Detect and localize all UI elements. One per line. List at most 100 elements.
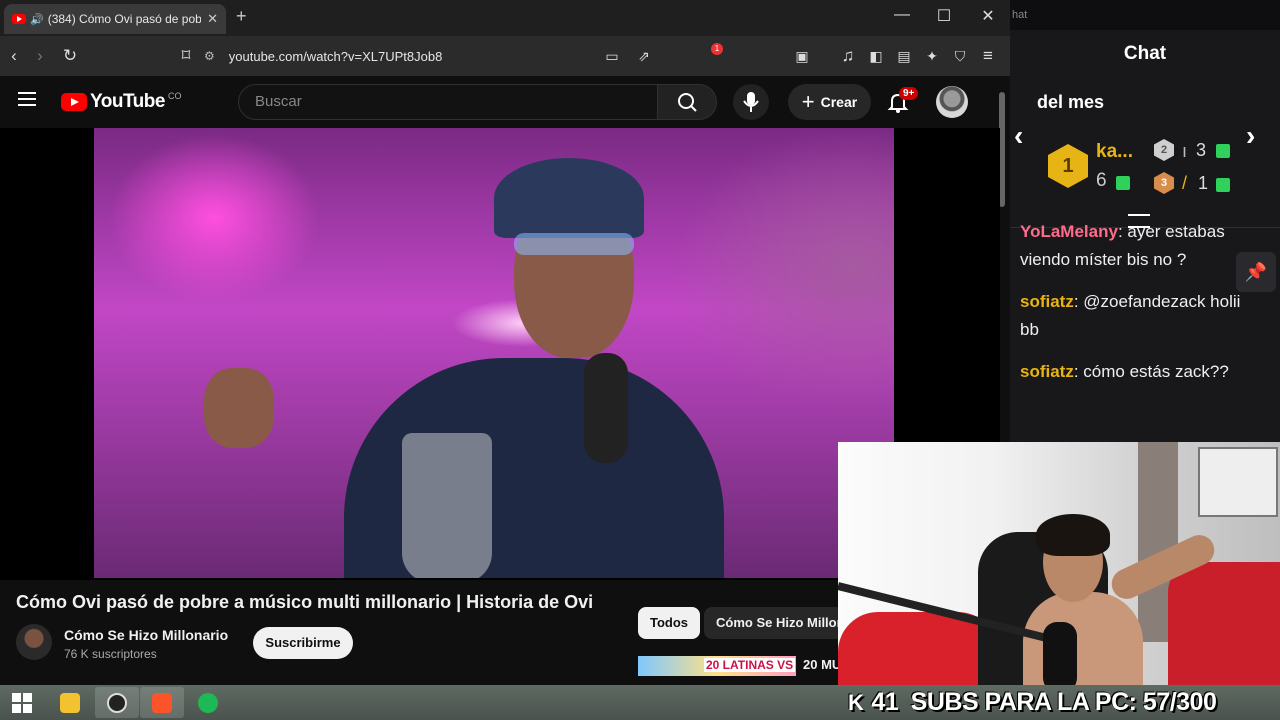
tab-youtube[interactable]: 🔊 (384) Cómo Ovi pasó de pobre ✕ [4, 4, 226, 34]
youtube-header: YouTube CO Buscar + Crear 9+ [0, 76, 1010, 128]
webcam-gaming-chair [1168, 562, 1280, 690]
tab-strip: 🔊 (384) Cómo Ovi pasó de pobre ✕ + — ☐ ✕ [0, 0, 1010, 36]
leader-third-name: / [1182, 173, 1188, 193]
obs-icon [107, 693, 127, 713]
chip-todos[interactable]: Todos [638, 607, 701, 639]
bronze-medal-icon: 3 [1154, 172, 1174, 194]
silver-medal-icon: 2 [1154, 139, 1174, 161]
webcam-whiteboard [1198, 447, 1278, 517]
browser-toolbar: ‹ › ↻ ⌑ ⚙ youtube.com/watch?v=XL7UPt8Job… [0, 36, 1010, 101]
webcam-microphone [1043, 622, 1077, 690]
site-info-icon[interactable]: ⚙ [204, 49, 215, 63]
leader-third-count: 1 [1198, 173, 1209, 193]
leaderboard-next-icon[interactable]: › [1246, 120, 1255, 152]
chat-text: : cómo estás zack?? [1073, 362, 1229, 381]
voice-search-button[interactable] [733, 84, 769, 120]
create-button[interactable]: + Crear [788, 84, 871, 120]
video-person-hand [204, 368, 274, 448]
gift-icon [1116, 176, 1130, 190]
chat-username[interactable]: sofiatz [1020, 292, 1074, 311]
bookmark-icon[interactable]: ⌑ [174, 44, 198, 68]
subscribe-button[interactable]: Suscribirme [253, 627, 353, 659]
video-person-cap [494, 158, 644, 238]
leader-second-name: ı [1182, 141, 1188, 161]
rewards-badge: 1 [711, 43, 723, 55]
notifications-badge: 9+ [899, 87, 919, 100]
chat-username[interactable]: sofiatz [1020, 362, 1074, 381]
address-text: youtube.com/watch?v=XL7UPt8Job8 [228, 48, 443, 64]
media-icon[interactable]: ♫ [836, 44, 860, 68]
youtube-logo[interactable]: YouTube CO [61, 91, 181, 113]
menu-icon[interactable]: ≡ [976, 44, 1000, 68]
video-person-glasses [514, 233, 634, 255]
sidebar-icon[interactable]: ◧ [864, 44, 888, 68]
address-bar[interactable]: ⚙ youtube.com/watch?v=XL7UPt8Job8 [204, 42, 664, 70]
maximize-icon[interactable]: ☐ [932, 6, 956, 26]
guide-menu-icon[interactable] [18, 92, 36, 106]
chip-channel[interactable]: Cómo Se Hizo Millona [704, 607, 844, 639]
next-video-title[interactable]: 20 MU [803, 657, 841, 672]
folder-icon [60, 693, 80, 713]
search-icon [678, 93, 697, 112]
leader-first-count: 6 [1096, 170, 1107, 191]
desktop: 🔊 (384) Cómo Ovi pasó de pobre ✕ + — ☐ ✕… [0, 0, 1280, 720]
spotify-icon [198, 693, 218, 713]
leaderboard: del mes ‹ › 1 ka... 6 2 ı 3 3 / 1 [1010, 78, 1280, 228]
kick-icon: K [848, 690, 864, 715]
youtube-logo-text: YouTube [90, 91, 165, 112]
plus-icon: + [801, 89, 815, 114]
create-label: Crear [820, 94, 858, 110]
leader-second-count: 3 [1196, 140, 1207, 160]
leaderboard-title: del mes [1037, 92, 1105, 112]
youtube-favicon-icon [12, 14, 26, 24]
tab-title: (384) Cómo Ovi pasó de pobre [47, 12, 202, 26]
gift-icon [1216, 178, 1230, 192]
leaderboard-prev-icon[interactable]: ‹ [1014, 120, 1023, 152]
video-title: Cómo Ovi pasó de pobre a músico multi mi… [16, 592, 594, 612]
leo-icon[interactable]: ✦ [920, 44, 944, 68]
next-video-thumbnail[interactable]: 20 LATINAS VS [638, 656, 796, 676]
wallet-icon[interactable]: ▤ [892, 44, 916, 68]
chat-username[interactable]: YoLaMelany [1020, 222, 1118, 241]
webcam-overlay [838, 442, 1280, 690]
chat-message: sofiatz: cómo estás zack?? [1020, 358, 1260, 386]
webcam-person-body [1023, 592, 1143, 690]
kick-count: 41 [871, 688, 899, 716]
video-person-body [344, 358, 724, 578]
reload-icon[interactable]: ↻ [58, 44, 82, 68]
vpn-icon[interactable]: ⛉ [948, 44, 972, 68]
brave-icon [152, 693, 172, 713]
leader-first-name: ka... [1096, 141, 1133, 162]
search-button[interactable] [657, 84, 717, 120]
share-icon[interactable]: ⇗ [632, 44, 656, 68]
tab-search-icon[interactable]: ▣ [790, 44, 814, 68]
close-window-icon[interactable]: ✕ [976, 6, 1000, 26]
brave-button[interactable] [140, 687, 184, 718]
chat-window-caption: hat [1010, 0, 1280, 30]
video-microphone [584, 353, 628, 463]
forward-icon[interactable]: › [28, 44, 52, 68]
banner-text: SUBS PARA LA PC: 57/300 [910, 688, 1217, 716]
webcam-person-hair [1036, 514, 1110, 556]
cast-icon[interactable]: ▭ [600, 44, 624, 68]
channel-avatar[interactable] [16, 624, 52, 660]
spotify-button[interactable] [186, 687, 230, 718]
chat-message: sofiatz: @zoefandezack holii bb [1020, 288, 1260, 344]
thumbnail-text: 20 LATINAS VS [704, 658, 796, 672]
chat-header: Chat [1123, 43, 1167, 64]
close-tab-icon[interactable]: ✕ [207, 11, 218, 27]
youtube-play-icon [61, 93, 87, 111]
windows-start-icon[interactable] [12, 693, 32, 713]
pin-icon[interactable]: 📌 [1236, 252, 1276, 292]
back-icon[interactable]: ‹ [2, 44, 26, 68]
chat-message: YoLaMelany: ayer estabas viendo míster b… [1020, 218, 1260, 274]
new-tab-icon[interactable]: + [236, 6, 247, 27]
speaker-icon[interactable]: 🔊 [30, 13, 44, 26]
obs-button[interactable] [95, 687, 139, 718]
channel-name[interactable]: Cómo Se Hizo Millonario [64, 627, 228, 643]
search-input[interactable]: Buscar [238, 84, 658, 120]
minimize-icon[interactable]: — [890, 6, 914, 24]
video-frame[interactable] [94, 128, 894, 578]
account-avatar[interactable] [936, 86, 968, 118]
file-explorer-button[interactable] [48, 687, 92, 718]
